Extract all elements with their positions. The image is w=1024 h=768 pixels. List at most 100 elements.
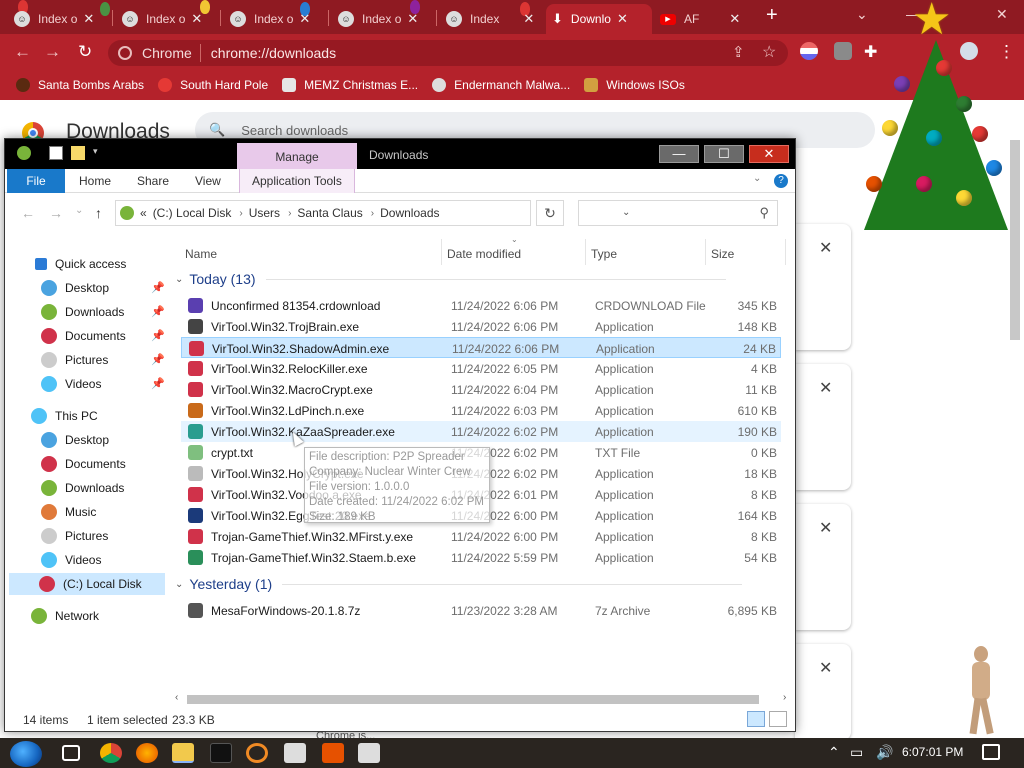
scroll-right-icon[interactable]: › [783,692,786,703]
file-row[interactable]: Unconfirmed 81354.crdownload 11/24/2022 6… [181,295,781,316]
pin-icon[interactable]: 📌 [151,377,165,390]
close-icon[interactable]: ✕ [617,11,628,27]
properties-icon[interactable] [49,146,63,160]
extension-icon[interactable] [800,42,818,60]
forward-arrow-icon[interactable]: → [49,205,63,221]
notification-center-icon[interactable] [982,744,1000,760]
minimize-button[interactable]: — [659,145,699,163]
maximize-button[interactable]: ☐ [704,145,744,163]
up-arrow-icon[interactable]: ↑ [95,205,102,221]
volume-icon[interactable]: 🔊 [876,744,893,761]
bookmark-item[interactable]: MEMZ Christmas E... [282,78,418,92]
column-header-size[interactable]: Size [711,247,734,261]
nav-item-videos[interactable]: Videos [41,373,101,395]
chevron-right-icon[interactable]: › [288,208,291,219]
nav-item-desktop[interactable]: Desktop [41,429,109,451]
start-button[interactable] [10,741,42,767]
scrollbar-thumb[interactable] [187,695,759,704]
app-taskbar-icon[interactable] [284,743,306,763]
column-header-type[interactable]: Type [591,247,617,261]
chrome-taskbar-icon[interactable] [100,743,122,763]
firefox-taskbar-icon[interactable] [136,743,158,763]
file-row[interactable]: VirTool.Win32.LdPinch.n.exe 11/24/2022 6:… [181,400,781,421]
large-icons-view-icon[interactable] [769,711,787,727]
new-folder-icon[interactable] [71,146,85,160]
column-header-name[interactable]: Name [185,247,217,261]
nav-item-pictures[interactable]: Pictures [41,525,108,547]
browser-tab[interactable]: ☺ Index o ✕ [332,4,434,34]
nav-item-documents[interactable]: Documents [41,453,126,475]
nav-item-videos[interactable]: Videos [41,549,101,571]
column-header-date[interactable]: Date modified [447,247,521,261]
bookmark-item[interactable]: South Hard Pole [158,78,268,92]
file-row[interactable]: Trojan-GameThief.Win32.Staem.b.exe 11/24/… [181,547,781,568]
pin-icon[interactable]: 📌 [151,281,165,294]
browser-tab[interactable]: ☺ Index o ✕ [224,4,326,34]
customize-qa-icon[interactable]: ▾ [93,146,107,160]
close-icon[interactable]: ✕ [819,238,832,258]
details-view-icon[interactable] [747,711,765,727]
search-input[interactable]: ⚲ [578,200,778,226]
browser-tab[interactable]: ☺ Index ✕ [440,4,542,34]
search-app-taskbar-icon[interactable] [246,743,268,763]
help-icon[interactable]: ? [774,174,788,188]
explorer-titlebar[interactable]: ▾ Manage Downloads — ☐ ✕ [5,139,795,171]
file-row[interactable]: VirTool.Win32.RelocKiller.exe 11/24/2022 … [181,358,781,379]
chevron-right-icon[interactable]: › [371,208,374,219]
breadcrumb-item[interactable]: (C:) Local Disk [153,206,232,220]
bookmark-item[interactable]: Windows ISOs [584,78,685,92]
breadcrumb-item[interactable]: Santa Claus [297,206,362,220]
close-icon[interactable]: ✕ [523,11,534,27]
tab-view[interactable]: View [183,169,233,193]
browser-tab[interactable]: ☺ Index o ✕ [8,4,110,34]
file-row[interactable]: VirTool.Win32.TrojBrain.exe 11/24/2022 6:… [181,316,781,337]
forward-icon[interactable]: → [44,42,61,62]
chevron-down-icon[interactable]: ⌄ [753,173,761,184]
nav-quick-access[interactable]: Quick access [35,253,126,275]
recent-locations-icon[interactable]: ⌄ [75,205,83,216]
tab-application-tools[interactable]: Application Tools [239,169,355,193]
bookmark-item[interactable]: Santa Bombs Arabs [16,78,144,92]
close-icon[interactable]: ✕ [819,518,832,538]
tab-home[interactable]: Home [67,169,123,193]
omnibox[interactable]: Chrome chrome://downloads [108,40,788,66]
explorer-taskbar-icon[interactable] [172,743,194,763]
chevron-right-icon[interactable]: › [239,208,242,219]
breadcrumb-item[interactable]: Users [249,206,280,220]
browser-tab-active[interactable]: ⬇ Downlo ✕ [546,4,652,34]
nav-item-pictures[interactable]: Pictures [41,349,108,371]
network-tray-icon[interactable]: ▭ [850,744,863,761]
site-chip[interactable]: Chrome [108,44,201,62]
file-row[interactable]: VirTool.Win32.MacroCrypt.exe 11/24/2022 6… [181,379,781,400]
tab-share[interactable]: Share [125,169,181,193]
nav-network[interactable]: Network [31,605,99,627]
new-tab-button[interactable]: + [766,4,778,27]
back-arrow-icon[interactable]: ← [21,205,35,221]
nav-item-downloads[interactable]: Downloads [41,477,124,499]
close-icon[interactable]: ✕ [819,378,832,398]
nav-item-music[interactable]: Music [41,501,96,523]
task-view-icon[interactable] [62,745,80,761]
nav-this-pc[interactable]: This PC [31,405,98,427]
share-icon[interactable]: ⇪ [732,43,745,61]
address-bar[interactable]: « (C:) Local Disk › Users › Santa Claus … [115,200,630,226]
app-taskbar-icon[interactable] [322,743,344,763]
back-icon[interactable]: ← [14,42,31,62]
pin-icon[interactable]: 📌 [151,305,165,318]
tab-file[interactable]: File [7,169,65,193]
breadcrumb-overflow[interactable]: « [140,206,147,220]
file-row[interactable]: Trojan-GameThief.Win32.MFirst.y.exe 11/24… [181,526,781,547]
close-icon[interactable]: ✕ [191,11,202,27]
nav-item-desktop[interactable]: Desktop [41,277,109,299]
nav-item-local-disk[interactable]: (C:) Local Disk [9,573,165,595]
close-button[interactable]: ✕ [749,145,789,163]
breadcrumb-item[interactable]: Downloads [380,206,439,220]
reload-icon[interactable]: ↻ [78,42,92,62]
pin-icon[interactable]: 📌 [151,329,165,342]
bookmark-star-icon[interactable]: ☆ [762,42,776,62]
horizontal-scrollbar[interactable]: ‹ › [171,692,791,706]
close-icon[interactable]: ✕ [819,658,832,678]
show-hidden-icons-icon[interactable]: ⌃ [828,744,840,761]
refresh-button[interactable]: ↻ [536,200,564,226]
close-icon[interactable]: ✕ [407,11,418,27]
